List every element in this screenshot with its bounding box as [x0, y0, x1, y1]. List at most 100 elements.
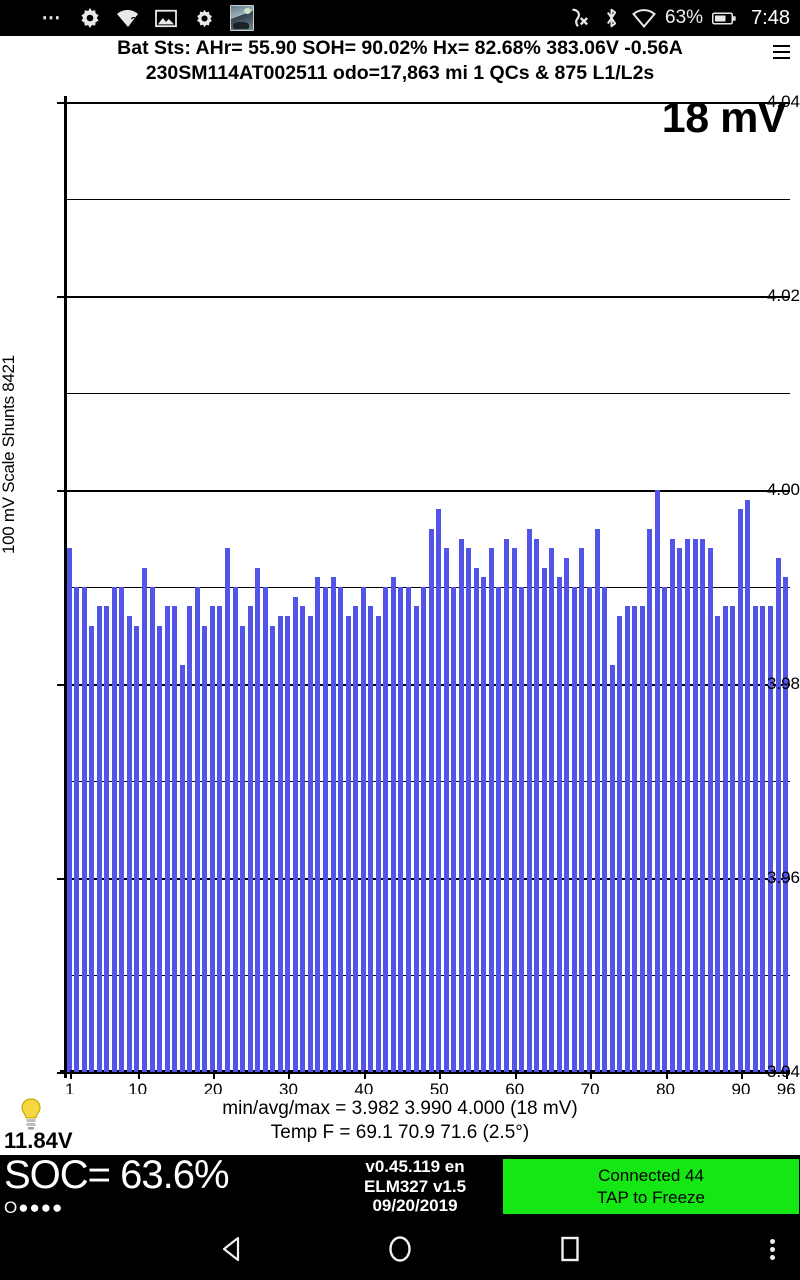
chart-bar: [571, 587, 577, 1072]
chart-bar: [534, 538, 540, 1072]
home-circle-icon[interactable]: [358, 1218, 442, 1280]
cell-voltage-bar-chart[interactable]: 100 mV Scale Shunts 8421 18 mV 4.04 4.02 4…: [0, 84, 800, 1099]
adapter-version-line: ELM327 v1.5: [363, 1176, 467, 1196]
hamburger-menu-icon[interactable]: [768, 38, 794, 66]
chart-bar: [368, 606, 374, 1072]
chart-gridline-major: [66, 1072, 790, 1074]
overflow-dots-icon[interactable]: [750, 1218, 794, 1280]
chart-y-tick-label: 3.96: [766, 868, 800, 887]
chart-bar: [783, 577, 789, 1072]
chart-bar: [707, 548, 713, 1072]
chart-bar: [617, 616, 623, 1072]
chart-bar: [737, 509, 743, 1072]
chart-bar: [119, 587, 125, 1072]
chart-bar: [579, 548, 585, 1072]
connection-status-line: Connected 44: [598, 1165, 704, 1185]
chart-bar: [66, 548, 72, 1072]
bluetooth-icon: [599, 6, 623, 30]
chart-x-tick-mark: [590, 1070, 593, 1079]
chart-bar: [451, 587, 457, 1072]
chart-bar: [164, 606, 170, 1072]
chart-y-tick-label: 4.02: [766, 286, 800, 305]
app-version-line: v0.45.119 en: [365, 1157, 465, 1176]
chart-bar: [353, 606, 359, 1072]
chart-bar: [413, 606, 419, 1072]
chart-y-tick-label: 3.98: [766, 674, 800, 693]
chart-bar: [692, 538, 698, 1072]
chart-bar: [586, 587, 592, 1072]
status-footer-bar: SOC= 63.6% O●●●● v0.45.119 en ELM327 v1.…: [0, 1153, 800, 1218]
chart-x-tick-mark: [665, 1070, 668, 1079]
soc-bar-indicator: O●●●●: [4, 1198, 64, 1217]
chart-bar: [549, 548, 555, 1072]
chart-x-tick-mark: [514, 1070, 517, 1079]
chart-bar: [96, 606, 102, 1072]
svg-text:?: ?: [131, 16, 137, 27]
chart-bar: [647, 528, 653, 1072]
chart-bar: [466, 548, 472, 1072]
chart-y-axis-label: 100 mV Scale Shunts 8421: [0, 355, 18, 554]
chart-bar: [443, 548, 449, 1072]
chart-bar: [488, 548, 494, 1072]
chart-bar: [126, 616, 132, 1072]
chart-y-tick-mark: [57, 1072, 66, 1074]
connection-status-button[interactable]: Connected 44 TAP to Freeze: [503, 1159, 799, 1214]
chart-gridline-major: [66, 102, 790, 104]
chart-bar: [134, 625, 140, 1072]
chart-bar: [564, 557, 570, 1072]
battery-icon: [712, 6, 736, 30]
min-avg-max-label: min/avg/max = 3.982 3.990 4.000 (18 mV): [222, 1098, 578, 1119]
chart-bar: [685, 538, 691, 1072]
chart-bar: [179, 664, 185, 1072]
chart-bar: [639, 606, 645, 1072]
chart-bar: [421, 587, 427, 1072]
chart-y-tick-mark: [57, 684, 66, 686]
chart-bar: [157, 625, 163, 1072]
chart-bar: [594, 528, 600, 1072]
chart-bar: [89, 625, 95, 1072]
photo-thumbnail-icon: [230, 5, 254, 31]
chart-bar: [722, 606, 728, 1072]
chart-bar: [390, 577, 396, 1072]
chart-bar: [775, 557, 781, 1072]
chart-bar: [292, 596, 298, 1072]
chart-bar: [609, 664, 615, 1072]
chart-y-tick-mark: [57, 102, 66, 104]
chart-bar: [209, 606, 215, 1072]
chart-bar: [405, 587, 411, 1072]
chart-bar: [277, 616, 283, 1072]
recents-square-icon[interactable]: [528, 1218, 612, 1280]
chart-y-tick-mark: [57, 296, 66, 298]
more-dots-icon: ⋯: [41, 7, 63, 29]
chart-gridline-major: [66, 296, 790, 298]
chart-gridline-minor: [66, 199, 790, 200]
chart-bar: [496, 587, 502, 1072]
chart-bar: [330, 577, 336, 1072]
chart-bar: [436, 509, 442, 1072]
chart-bar: [541, 567, 547, 1072]
wifi-question-icon: ?: [116, 6, 140, 30]
settings-gear-icon: [78, 6, 102, 30]
chart-bar: [81, 587, 87, 1072]
status-bar-system-icons: 63% 7:48: [566, 0, 790, 36]
chart-gridline-major: [66, 490, 790, 492]
chart-bar: [511, 548, 517, 1072]
chart-bar: [232, 587, 238, 1072]
chart-bar: [315, 577, 321, 1072]
chart-bar: [662, 587, 668, 1072]
chart-bar: [481, 577, 487, 1072]
chart-bar: [323, 587, 329, 1072]
chart-bar: [556, 577, 562, 1072]
chart-x-tick-mark: [740, 1070, 743, 1079]
gear-icon: [192, 6, 216, 30]
battery-status-line1: Bat Sts: AHr= 55.90 SOH= 90.02% Hx= 82.6…: [117, 37, 683, 59]
chart-summary-footer: 11.84V min/avg/max = 3.982 3.990 4.000 (…: [0, 1094, 800, 1155]
chart-bar: [360, 587, 366, 1072]
status-bar-notification-icons: ⋯ ?: [0, 0, 254, 36]
chart-x-tick-mark: [363, 1070, 366, 1079]
chart-bar: [715, 616, 721, 1072]
chart-y-tick-mark: [57, 490, 66, 492]
chart-bar: [677, 548, 683, 1072]
chart-bar: [194, 587, 200, 1072]
back-triangle-icon[interactable]: [190, 1218, 274, 1280]
